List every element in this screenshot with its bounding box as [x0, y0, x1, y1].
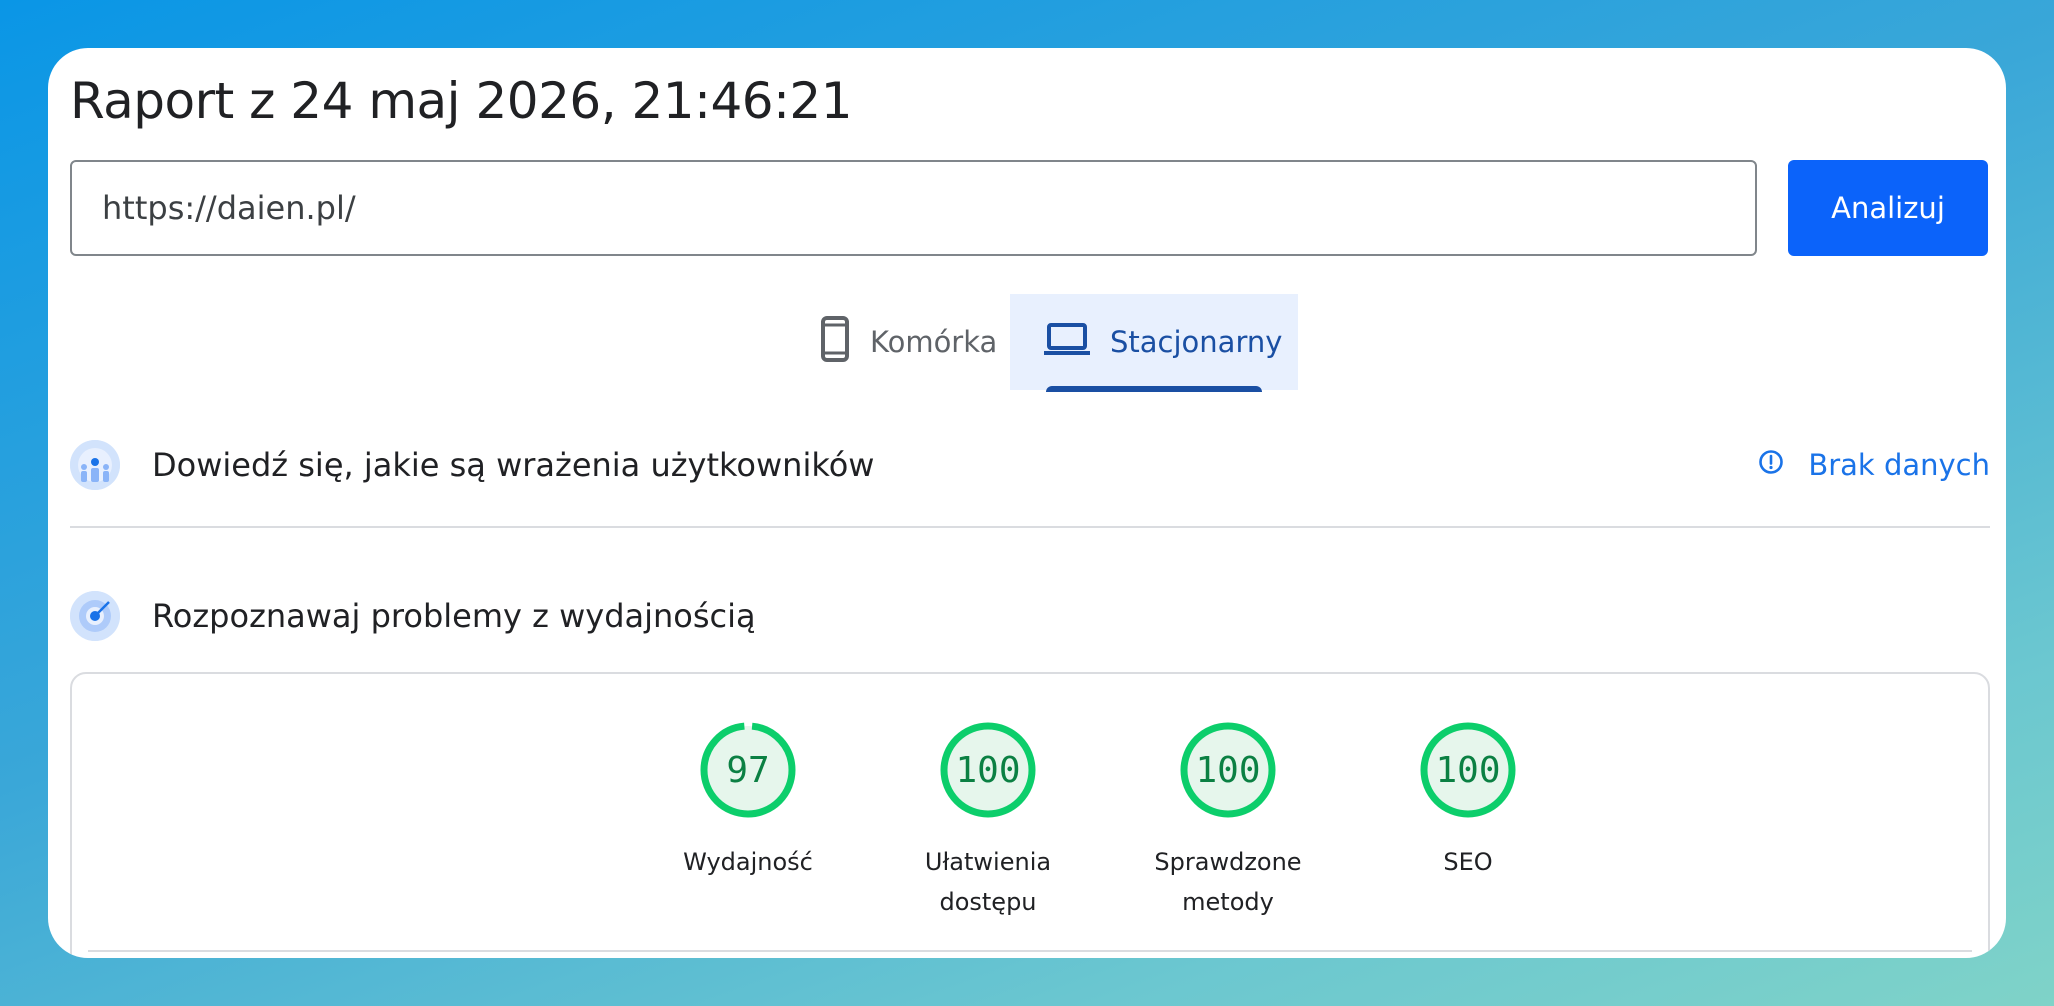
- report-title: Raport z 24 maj 2026, 21:46:21: [70, 72, 853, 130]
- score-value: 100: [1195, 749, 1261, 791]
- score-ring: 97: [698, 720, 798, 820]
- score-value: 100: [955, 749, 1021, 791]
- no-data-label: Brak danych: [1808, 448, 1990, 482]
- experience-section: Dowiedź się, jakie są wrażenia użytkowni…: [70, 440, 1990, 490]
- laptop-icon: [1044, 322, 1090, 363]
- score-label: SEO: [1443, 848, 1493, 876]
- tab-mobile[interactable]: Komórka: [798, 294, 1028, 390]
- tab-desktop[interactable]: Stacjonarny: [1010, 294, 1298, 390]
- radar-icon: [70, 591, 120, 641]
- score-ring: 100: [1178, 720, 1278, 820]
- score-ring: 100: [1418, 720, 1518, 820]
- users-globe-icon: [70, 440, 120, 490]
- score-label: Ułatwienia dostępu: [924, 848, 1052, 916]
- performance-section-title: Rozpoznawaj problemy z wydajnością: [152, 597, 756, 635]
- device-tabs: Komórka Stacjonarny: [48, 294, 2006, 390]
- experience-section-title: Dowiedź się, jakie są wrażenia użytkowni…: [152, 446, 875, 484]
- score-value: 100: [1435, 749, 1501, 791]
- scores-divider: [88, 950, 1972, 952]
- performance-section: Rozpoznawaj problemy z wydajnością: [70, 591, 1990, 641]
- no-data-status[interactable]: Brak danych: [1758, 448, 1990, 482]
- phone-icon: [820, 315, 850, 369]
- analyze-button[interactable]: Analizuj: [1788, 160, 1988, 256]
- score-value: 97: [726, 749, 770, 791]
- url-input[interactable]: [70, 160, 1757, 256]
- tab-mobile-label: Komórka: [870, 325, 998, 359]
- scores-panel: 97 Wydajność 100 Ułatwienia dostępu 100: [70, 672, 1990, 958]
- tab-selected-indicator: [1046, 386, 1262, 392]
- score-label: Sprawdzone metody: [1154, 848, 1302, 916]
- report-card: Raport z 24 maj 2026, 21:46:21 Analizuj …: [48, 48, 2006, 958]
- score-label: Wydajność: [683, 848, 813, 876]
- score-gauge-accessibility[interactable]: 100 Ułatwienia dostępu: [868, 720, 1108, 922]
- info-circle-icon: [1758, 448, 1784, 482]
- score-gauge-seo[interactable]: 100 SEO: [1348, 720, 1588, 882]
- tab-desktop-label: Stacjonarny: [1110, 325, 1283, 359]
- score-ring: 100: [938, 720, 1038, 820]
- score-gauge-best-practices[interactable]: 100 Sprawdzone metody: [1108, 720, 1348, 922]
- score-gauge-performance[interactable]: 97 Wydajność: [628, 720, 868, 882]
- section-divider: [70, 526, 1990, 528]
